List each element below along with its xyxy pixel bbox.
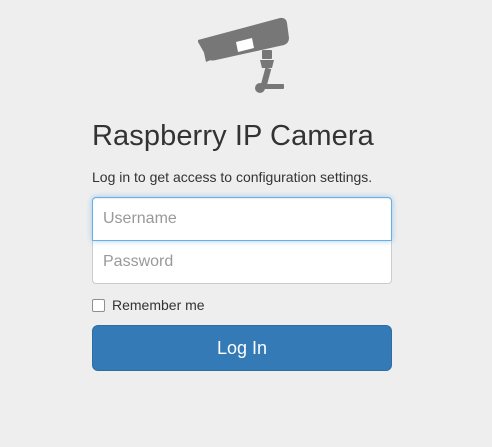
login-instructions: Log in to get access to configuration se… [92, 169, 373, 185]
security-camera-icon [196, 16, 292, 98]
login-button[interactable]: Log In [92, 325, 392, 371]
password-input[interactable] [92, 240, 392, 284]
remember-me-row[interactable]: Remember me [92, 296, 205, 314]
login-page: Raspberry IP Camera Log in to get access… [0, 0, 492, 447]
page-title: Raspberry IP Camera [92, 120, 374, 152]
remember-me-label[interactable]: Remember me [112, 297, 205, 313]
username-input[interactable] [92, 197, 392, 241]
remember-me-checkbox[interactable] [92, 298, 105, 312]
